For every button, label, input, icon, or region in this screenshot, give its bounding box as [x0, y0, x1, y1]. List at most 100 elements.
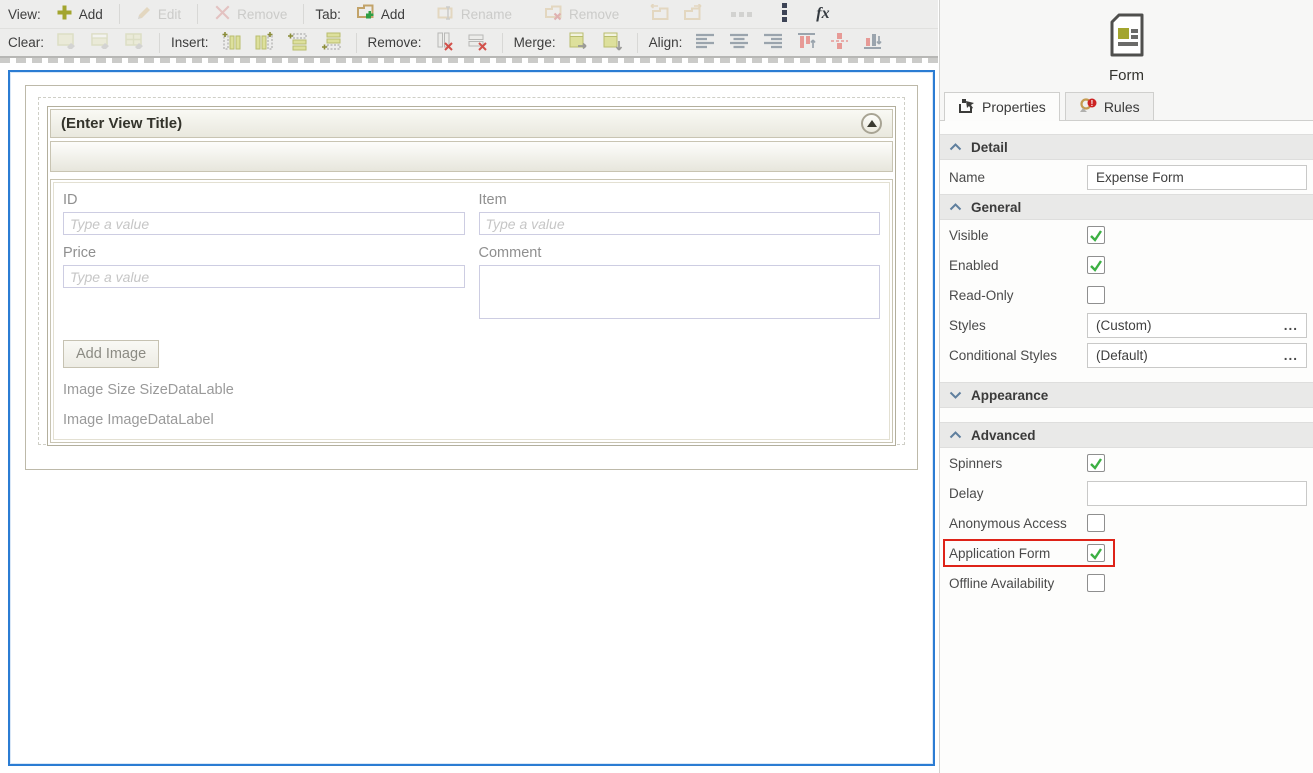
enabled-checkbox[interactable]	[1087, 256, 1105, 274]
align-right-button[interactable]	[758, 30, 788, 55]
conditional-styles-label: Conditional Styles	[949, 348, 1087, 363]
view-add-button[interactable]: Add	[49, 1, 110, 27]
field-item-label: Item	[479, 192, 881, 208]
collapse-view-button[interactable]	[861, 113, 882, 134]
align-bottom-button[interactable]	[858, 29, 887, 56]
field-price: Price	[63, 235, 465, 324]
merge-down-button[interactable]	[598, 29, 628, 57]
clear-contents-button[interactable]	[52, 29, 82, 56]
remove-column-button[interactable]	[430, 29, 459, 57]
checkmark-icon	[1089, 229, 1103, 242]
chevron-down-icon	[949, 391, 962, 399]
tab-move-left-button[interactable]	[644, 1, 674, 27]
svg-text:!: !	[1090, 98, 1093, 107]
toolbar-dashed-edge	[0, 58, 938, 63]
view-form-body[interactable]: ID Item Price	[50, 179, 893, 443]
remove-row-button[interactable]	[463, 29, 493, 57]
conditional-styles-picker[interactable]: (Default) ...	[1087, 343, 1307, 368]
pencil-icon	[136, 5, 152, 24]
view-dropzone[interactable]: (Enter View Title) ID	[38, 97, 905, 445]
application-form-checkbox[interactable]	[1087, 544, 1105, 562]
kebab-menu-button[interactable]	[776, 0, 793, 28]
anonymous-access-checkbox[interactable]	[1087, 514, 1105, 532]
section-detail[interactable]: Detail	[940, 134, 1313, 160]
align-center-icon	[729, 33, 749, 52]
properties-hand-icon	[958, 98, 975, 117]
merge-group-label: Merge:	[512, 35, 560, 50]
tab-properties[interactable]: Properties	[944, 92, 1060, 121]
view-remove-button[interactable]: Remove	[207, 1, 294, 27]
visible-checkbox[interactable]	[1087, 226, 1105, 244]
separator	[303, 4, 304, 24]
readonly-checkbox[interactable]	[1087, 286, 1105, 304]
delay-input[interactable]	[1087, 481, 1307, 506]
align-middle-button[interactable]	[825, 29, 854, 56]
align-center-button[interactable]	[724, 30, 754, 55]
readonly-label: Read-Only	[949, 288, 1087, 303]
tab-move-right-button[interactable]	[678, 1, 708, 27]
merge-right-button[interactable]	[564, 29, 594, 57]
tab-add-icon	[356, 4, 375, 24]
ellipsis-button[interactable]: ...	[1284, 318, 1298, 333]
separator	[197, 4, 198, 24]
image-size-row: Image SizeSizeDataLable	[63, 382, 880, 398]
form-design-canvas[interactable]: (Enter View Title) ID	[8, 70, 935, 766]
insert-column-left-icon	[222, 32, 241, 54]
properties-body: Detail Name General Visible Enabled Read…	[940, 120, 1313, 773]
layout-cell[interactable]: (Enter View Title) ID	[25, 85, 918, 470]
offline-availability-checkbox[interactable]	[1087, 574, 1105, 592]
tab-rename-button[interactable]: Rename	[430, 2, 519, 27]
field-item: Item	[479, 190, 881, 235]
styles-label: Styles	[949, 318, 1087, 333]
tab-add-button[interactable]: Add	[349, 1, 412, 27]
remove-row-icon	[468, 32, 488, 54]
spinners-checkbox[interactable]	[1087, 454, 1105, 472]
field-comment-input[interactable]	[479, 265, 881, 319]
more-options-button[interactable]	[726, 4, 758, 25]
field-price-input[interactable]	[63, 265, 465, 288]
x-icon	[214, 4, 231, 24]
chevron-up-icon	[949, 143, 962, 151]
section-advanced[interactable]: Advanced	[940, 422, 1313, 448]
rules-warning-icon: !	[1079, 97, 1097, 117]
inspector-tabs: Properties ! Rules	[944, 92, 1154, 120]
section-general[interactable]: General	[940, 194, 1313, 220]
clear-row-button[interactable]	[86, 29, 116, 56]
view-edit-button[interactable]: Edit	[129, 2, 188, 27]
insert-row-above-button[interactable]	[283, 29, 313, 57]
view-toolbar-placeholder[interactable]	[50, 141, 893, 172]
ellipsis-button[interactable]: ...	[1284, 348, 1298, 363]
align-top-icon	[797, 32, 816, 53]
insert-row-below-button[interactable]	[317, 29, 347, 57]
add-image-button[interactable]: Add Image	[63, 340, 159, 368]
clear-table-button[interactable]	[120, 29, 150, 56]
tab-rules[interactable]: ! Rules	[1065, 92, 1154, 120]
kebab-icon	[781, 3, 788, 25]
field-item-input[interactable]	[479, 212, 881, 235]
clear-table-icon	[125, 32, 145, 53]
checkmark-icon	[1089, 259, 1103, 272]
field-id-input[interactable]	[63, 212, 465, 235]
section-appearance[interactable]: Appearance	[940, 382, 1313, 408]
expression-fx-button[interactable]: fx	[811, 2, 834, 26]
tab-remove-icon	[544, 5, 563, 24]
tab-remove-button[interactable]: Remove	[537, 2, 626, 27]
styles-picker[interactable]: (Custom) ...	[1087, 313, 1307, 338]
offline-availability-label: Offline Availability	[949, 576, 1087, 591]
item-view[interactable]: (Enter View Title) ID	[47, 106, 896, 446]
prop-row-application-form: Application Form	[940, 538, 1313, 568]
chevron-up-icon	[867, 120, 877, 127]
align-left-icon	[695, 33, 715, 52]
view-group-label: View:	[6, 7, 45, 22]
align-left-button[interactable]	[690, 30, 720, 55]
insert-column-right-button[interactable]	[250, 29, 279, 57]
prop-row-readonly: Read-Only	[940, 280, 1313, 310]
tab-arrow-right-icon	[683, 4, 703, 24]
prop-row-spinners: Spinners	[940, 448, 1313, 478]
view-title-bar[interactable]: (Enter View Title)	[50, 109, 893, 138]
insert-column-left-button[interactable]	[217, 29, 246, 57]
align-top-button[interactable]	[792, 29, 821, 56]
spinners-label: Spinners	[949, 456, 1087, 471]
plus-icon	[56, 4, 73, 24]
name-input[interactable]	[1087, 165, 1307, 190]
